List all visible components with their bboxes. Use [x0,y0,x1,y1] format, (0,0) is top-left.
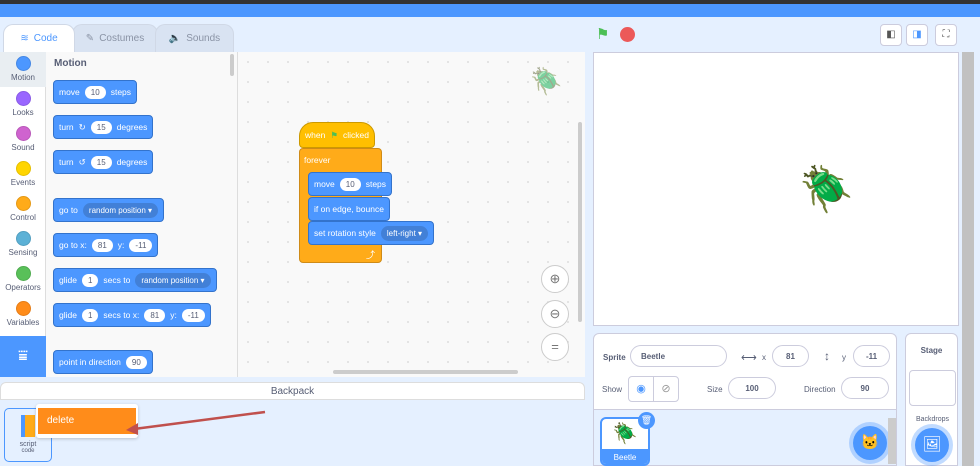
sprite-thumbnail-icon: 🪲 [530,66,563,96]
show-hidden-button[interactable]: ⊘ [653,376,679,402]
block-go-to[interactable]: go to random position ▾ [53,198,165,222]
script-vertical-scrollbar[interactable] [578,122,582,322]
green-flag-button[interactable]: ⚑ [596,25,609,43]
sprite-list-scrollbar[interactable] [888,418,896,464]
stage-thumbnail[interactable] [909,370,956,406]
green-flag-icon: ⚑ [330,129,338,140]
choose-backdrop-button[interactable]: 🖼 [915,428,949,462]
sprite-info-panel: Sprite Beetle ⟷ x 81 ↕ y -11 Show ◉ ⊘ Si… [593,333,897,410]
rotate-left-icon: ↺ [78,156,86,167]
category-control[interactable]: Control [0,192,46,227]
large-stage-button[interactable]: ◨ [906,24,928,46]
tab-sounds[interactable]: 🔈 Sounds [155,24,234,52]
script-icon [21,415,35,437]
brush-icon: ✎ [85,33,95,44]
loop-arrow-icon: ⤴ [365,250,375,260]
category-looks[interactable]: Looks [0,87,46,122]
vertical-arrows-icon: ↕ [824,349,830,363]
sprite-list: 🪲 Beetle 🗑 🐱 [593,410,897,466]
menu-bar [0,4,980,17]
tab-code[interactable]: ≋ Code [3,24,75,52]
category-motion[interactable]: Motion [0,52,46,87]
category-menu: Motion Looks Sound Events Control Sensin… [0,52,46,377]
delete-sprite-icon[interactable]: 🗑 [638,412,655,429]
block-point-in-direction[interactable]: point in direction 90 [53,350,153,374]
show-visible-button[interactable]: ◉ [628,376,654,402]
annotation-arrow [126,410,266,435]
horizontal-arrows-icon: ⟷ [741,352,757,364]
block-glide[interactable]: glide 1 secs to random position ▾ [53,268,217,292]
add-extension-button[interactable]: ⩸ [0,336,46,377]
zoom-out-button[interactable]: ⊖ [541,300,569,328]
script-horizontal-scrollbar[interactable] [333,370,518,374]
block-set-rotation-style[interactable]: set rotation style left-right ▾ [308,221,435,245]
category-variables[interactable]: Variables [0,297,46,332]
rotate-right-icon: ↻ [78,121,86,132]
sprite-name-input[interactable]: Beetle [630,345,727,367]
block-when-flag-clicked[interactable]: when ⚑ clicked [299,122,375,148]
choose-sprite-button[interactable]: 🐱 [853,426,887,460]
stage-panel[interactable]: Stage Backdrops 🖼 [905,333,958,466]
category-sensing[interactable]: Sensing [0,227,46,262]
block-go-to-xy[interactable]: go to x: 81 y: -11 [53,233,159,257]
category-sound[interactable]: Sound [0,122,46,157]
y-input[interactable]: -11 [853,345,890,367]
stage-canvas[interactable]: 🪲 [593,52,959,326]
page-scrollbar[interactable] [962,52,974,466]
category-events[interactable]: Events [0,157,46,192]
stop-button[interactable] [620,27,635,42]
category-operators[interactable]: Operators [0,262,46,297]
small-stage-button[interactable]: ◧ [880,24,902,46]
backpack-header[interactable]: Backpack [0,382,585,400]
fullscreen-button[interactable]: ⛶ [935,24,957,46]
backpack: script code delete [0,400,585,466]
palette-heading: Motion [54,58,87,69]
block-turn-left[interactable]: turn ↺ 15 degrees [53,150,154,174]
block-turn-right[interactable]: turn ↻ 15 degrees [53,115,154,139]
zoom-reset-button[interactable]: = [541,333,569,361]
block-if-on-edge-bounce[interactable]: if on edge, bounce [308,197,390,221]
block-move[interactable]: move 10 steps [308,172,393,196]
x-input[interactable]: 81 [772,345,809,367]
beetle-sprite[interactable]: 🪲 [799,163,854,215]
zoom-in-button[interactable]: ⊕ [541,265,569,293]
palette-scrollbar[interactable] [230,54,234,76]
code-icon: ≋ [20,33,29,44]
direction-input[interactable]: 90 [841,377,889,399]
size-input[interactable]: 100 [728,377,776,399]
block-move[interactable]: move 10 steps [53,80,138,104]
speaker-icon: 🔈 [168,33,182,44]
tab-costumes[interactable]: ✎ Costumes [72,24,158,52]
script-area[interactable]: 🪲 when ⚑ clicked forever ⤴ move 10 steps if … [238,52,585,377]
block-palette: Motion move 10 steps turn ↻ 15 degrees turn ↺ 1… [46,52,238,377]
block-glide-xy[interactable]: glide 1 secs to x: 81 y: -11 [53,303,211,327]
